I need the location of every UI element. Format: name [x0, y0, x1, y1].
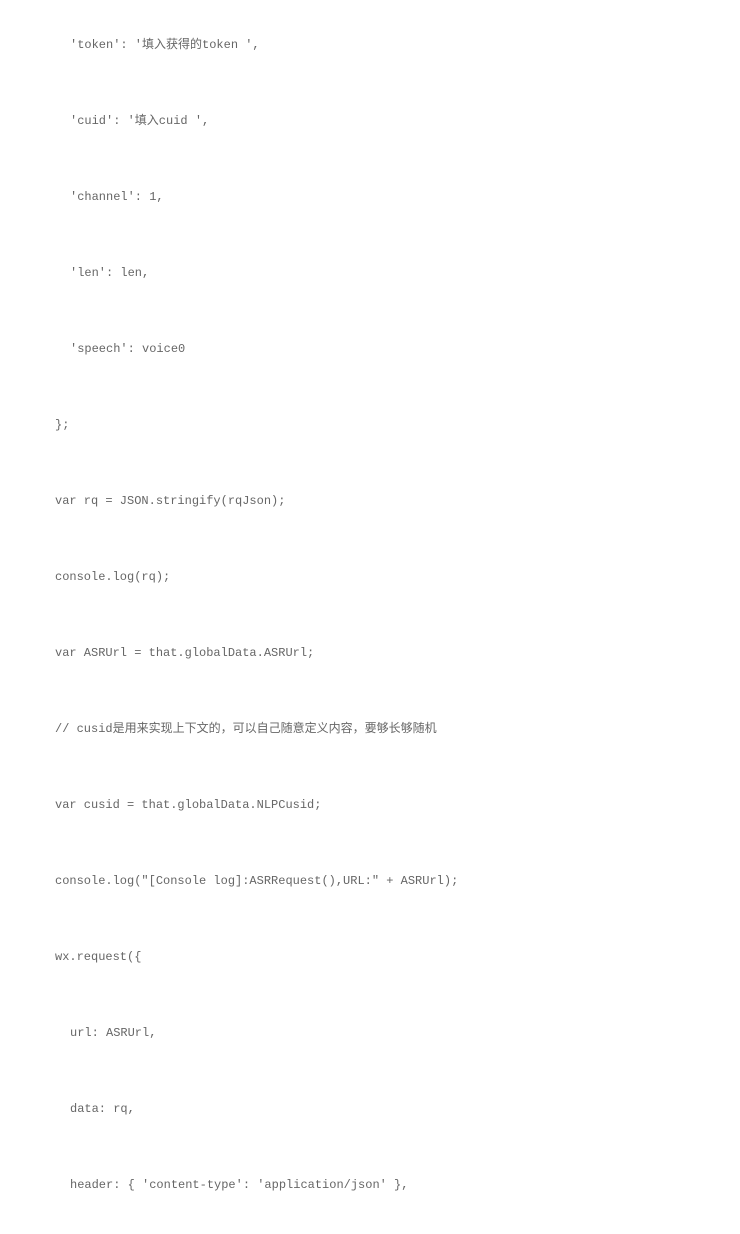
code-line: var cusid = that.globalData.NLPCusid;: [40, 796, 700, 814]
code-line: data: rq,: [40, 1100, 700, 1118]
code-line: 'cuid': '填入cuid ',: [40, 112, 700, 130]
code-line: 'token': '填入获得的token ',: [40, 36, 700, 54]
code-line: console.log("[Console log]:ASRRequest(),…: [40, 872, 700, 890]
code-line: var ASRUrl = that.globalData.ASRUrl;: [40, 644, 700, 662]
code-line: url: ASRUrl,: [40, 1024, 700, 1042]
code-line: 'speech': voice0: [40, 340, 700, 358]
code-line: };: [40, 416, 700, 434]
code-block: 'token': '填入获得的token ', 'cuid': '填入cuid …: [40, 0, 700, 1234]
code-line: 'len': len,: [40, 264, 700, 282]
code-line: var rq = JSON.stringify(rqJson);: [40, 492, 700, 510]
code-line: console.log(rq);: [40, 568, 700, 586]
code-line: // cusid是用来实现上下文的，可以自己随意定义内容，要够长够随机: [40, 720, 700, 738]
code-line: wx.request({: [40, 948, 700, 966]
code-line: header: { 'content-type': 'application/j…: [40, 1176, 700, 1194]
code-line: 'channel': 1,: [40, 188, 700, 206]
